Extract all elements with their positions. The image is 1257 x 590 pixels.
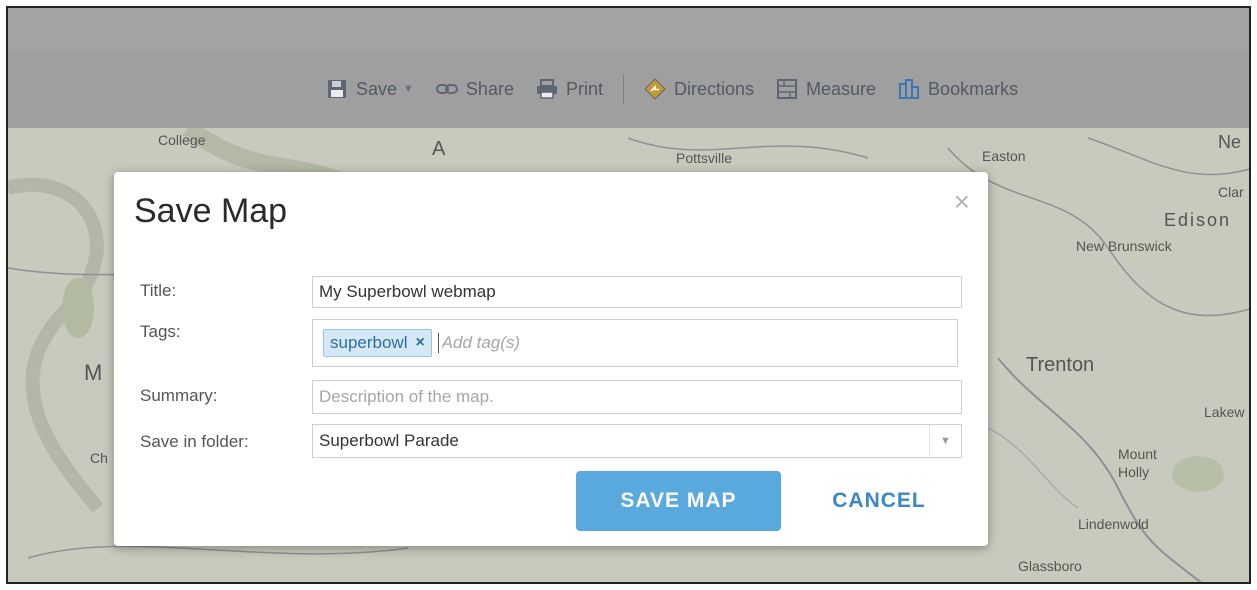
share-label: Share — [465, 78, 514, 99]
title-label: Title: — [140, 281, 177, 300]
map-label: Lakew — [1204, 404, 1245, 420]
add-tag-input[interactable] — [441, 333, 957, 353]
summary-label: Summary: — [140, 386, 218, 405]
text-cursor — [437, 333, 439, 353]
directions-button[interactable]: Directions — [644, 78, 754, 100]
dialog-title: Save Map — [134, 192, 288, 230]
map-label: M — [84, 360, 103, 385]
map-label: Holly — [1118, 464, 1150, 480]
tags-label: Tags: — [140, 322, 181, 341]
measure-button[interactable]: Measure — [776, 78, 876, 100]
save-menu-label: Save — [356, 78, 398, 99]
save-map-button[interactable]: SAVE MAP — [576, 471, 781, 531]
bookmarks-button[interactable]: Bookmarks — [898, 78, 1018, 100]
summary-input[interactable] — [319, 387, 961, 407]
directions-label: Directions — [673, 78, 755, 99]
map-label: Mount — [1118, 446, 1157, 462]
map-label: New Brunswick — [1076, 238, 1172, 254]
directions-icon — [644, 78, 666, 100]
save-map-dialog: Save Map × Title: Tags: superbowl × Summ… — [114, 172, 988, 546]
map-label: Ch — [90, 450, 108, 466]
chevron-down-icon[interactable]: ▼ — [929, 425, 961, 457]
title-field[interactable] — [312, 276, 962, 308]
measure-label: Measure — [806, 78, 877, 99]
map-label: Ne — [1218, 132, 1242, 152]
print-button[interactable]: Print — [536, 78, 603, 100]
share-button[interactable]: Share — [435, 78, 514, 100]
floppy-disk-icon — [326, 78, 348, 100]
bookmarks-label: Bookmarks — [928, 78, 1019, 99]
link-icon — [435, 78, 458, 100]
title-input[interactable] — [319, 282, 961, 302]
summary-field[interactable] — [312, 380, 962, 414]
save-menu-button[interactable]: Save ▼ — [326, 78, 414, 100]
map-label: Edison — [1164, 210, 1232, 230]
map-label: College — [158, 132, 206, 148]
tag-chip: superbowl × — [323, 329, 432, 357]
map-label: Trenton — [1026, 354, 1095, 376]
tags-field[interactable]: superbowl × — [312, 319, 958, 367]
top-bar — [8, 8, 1249, 50]
measure-icon — [776, 78, 798, 100]
map-label: Clar — [1218, 184, 1244, 200]
folder-label: Save in folder: — [140, 432, 249, 451]
folder-select-value: Superbowl Parade — [319, 431, 459, 450]
cancel-button[interactable]: CANCEL — [814, 471, 944, 531]
tag-chip-label: superbowl — [330, 333, 408, 352]
map-label: Lindenwold — [1078, 516, 1149, 532]
map-label: Pottsville — [676, 150, 733, 166]
chevron-down-icon: ▼ — [403, 83, 414, 95]
app-frame: Save ▼ Share Print Directions Measure Bo… — [6, 6, 1251, 584]
print-label: Print — [565, 78, 603, 99]
map-label: Easton — [982, 148, 1026, 164]
toolbar-divider — [622, 74, 624, 104]
folder-select[interactable]: Superbowl Parade ▼ — [312, 424, 962, 458]
map-label: Glassboro — [1018, 558, 1082, 574]
remove-tag-icon[interactable]: × — [416, 334, 425, 352]
close-icon[interactable]: × — [954, 188, 970, 216]
map-toolbar: Save ▼ Share Print Directions Measure Bo… — [8, 50, 1249, 128]
bookmarks-icon — [898, 78, 920, 100]
printer-icon — [536, 78, 558, 100]
map-label: A — [432, 138, 446, 160]
